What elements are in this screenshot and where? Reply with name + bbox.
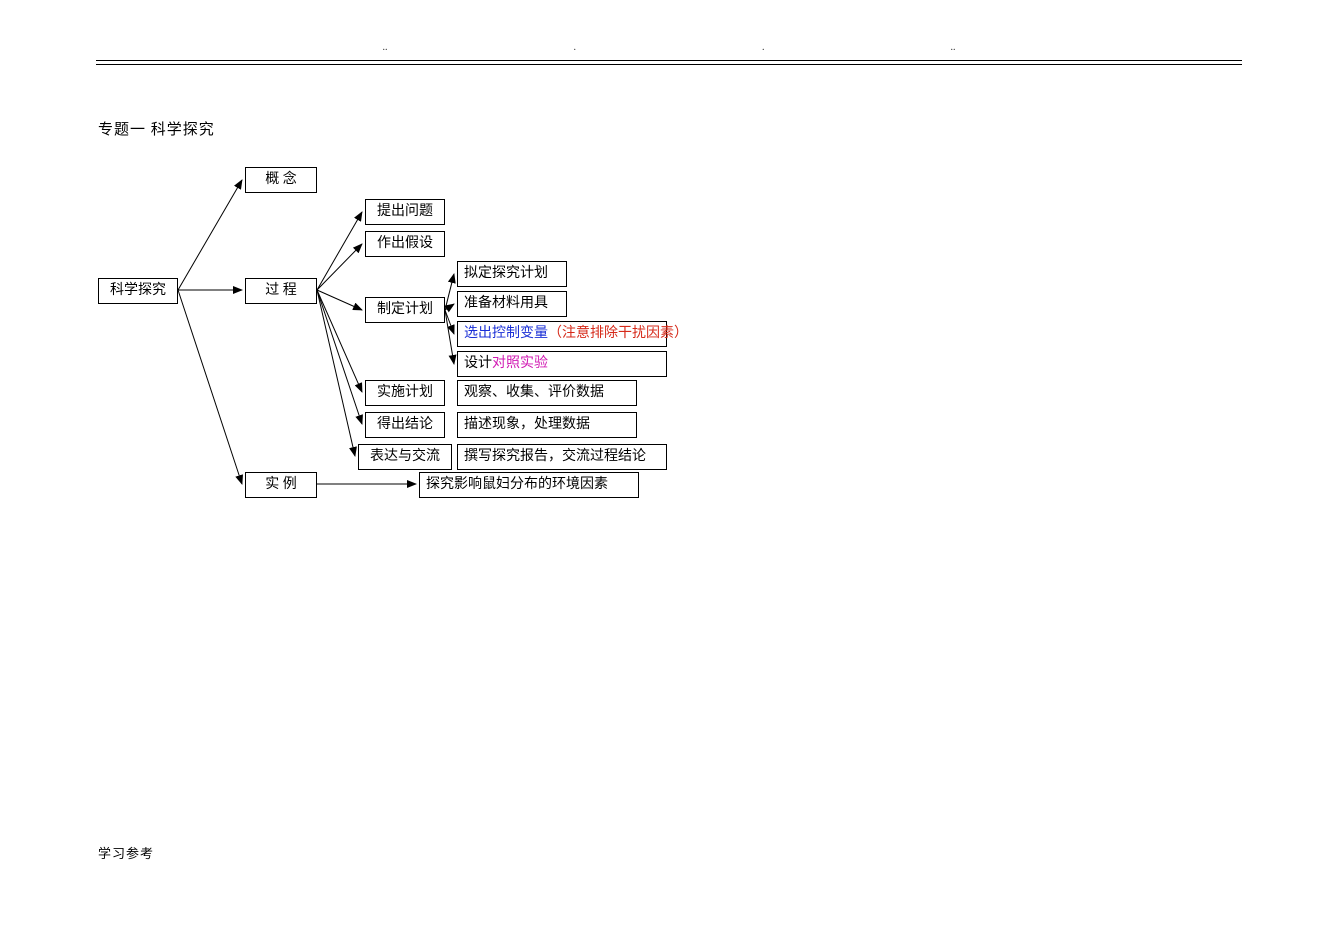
arrow	[445, 310, 454, 364]
diagram-arrows	[0, 0, 1338, 945]
arrow	[317, 290, 362, 424]
diagram: 科学探究 概 念 过 程 实 例 提出问题 作出假设 制定计划 实施计划 得出结…	[0, 0, 1338, 945]
arrow	[317, 290, 355, 456]
page: .. . . .. 专题一 科学探究 科学探究 概 念 过 程 实 例 提出问题…	[0, 0, 1338, 945]
arrow	[317, 290, 362, 392]
arrow	[178, 180, 242, 290]
arrow	[445, 310, 454, 334]
page-footer: 学习参考	[98, 843, 154, 862]
arrow	[317, 290, 362, 310]
arrow	[178, 290, 242, 484]
